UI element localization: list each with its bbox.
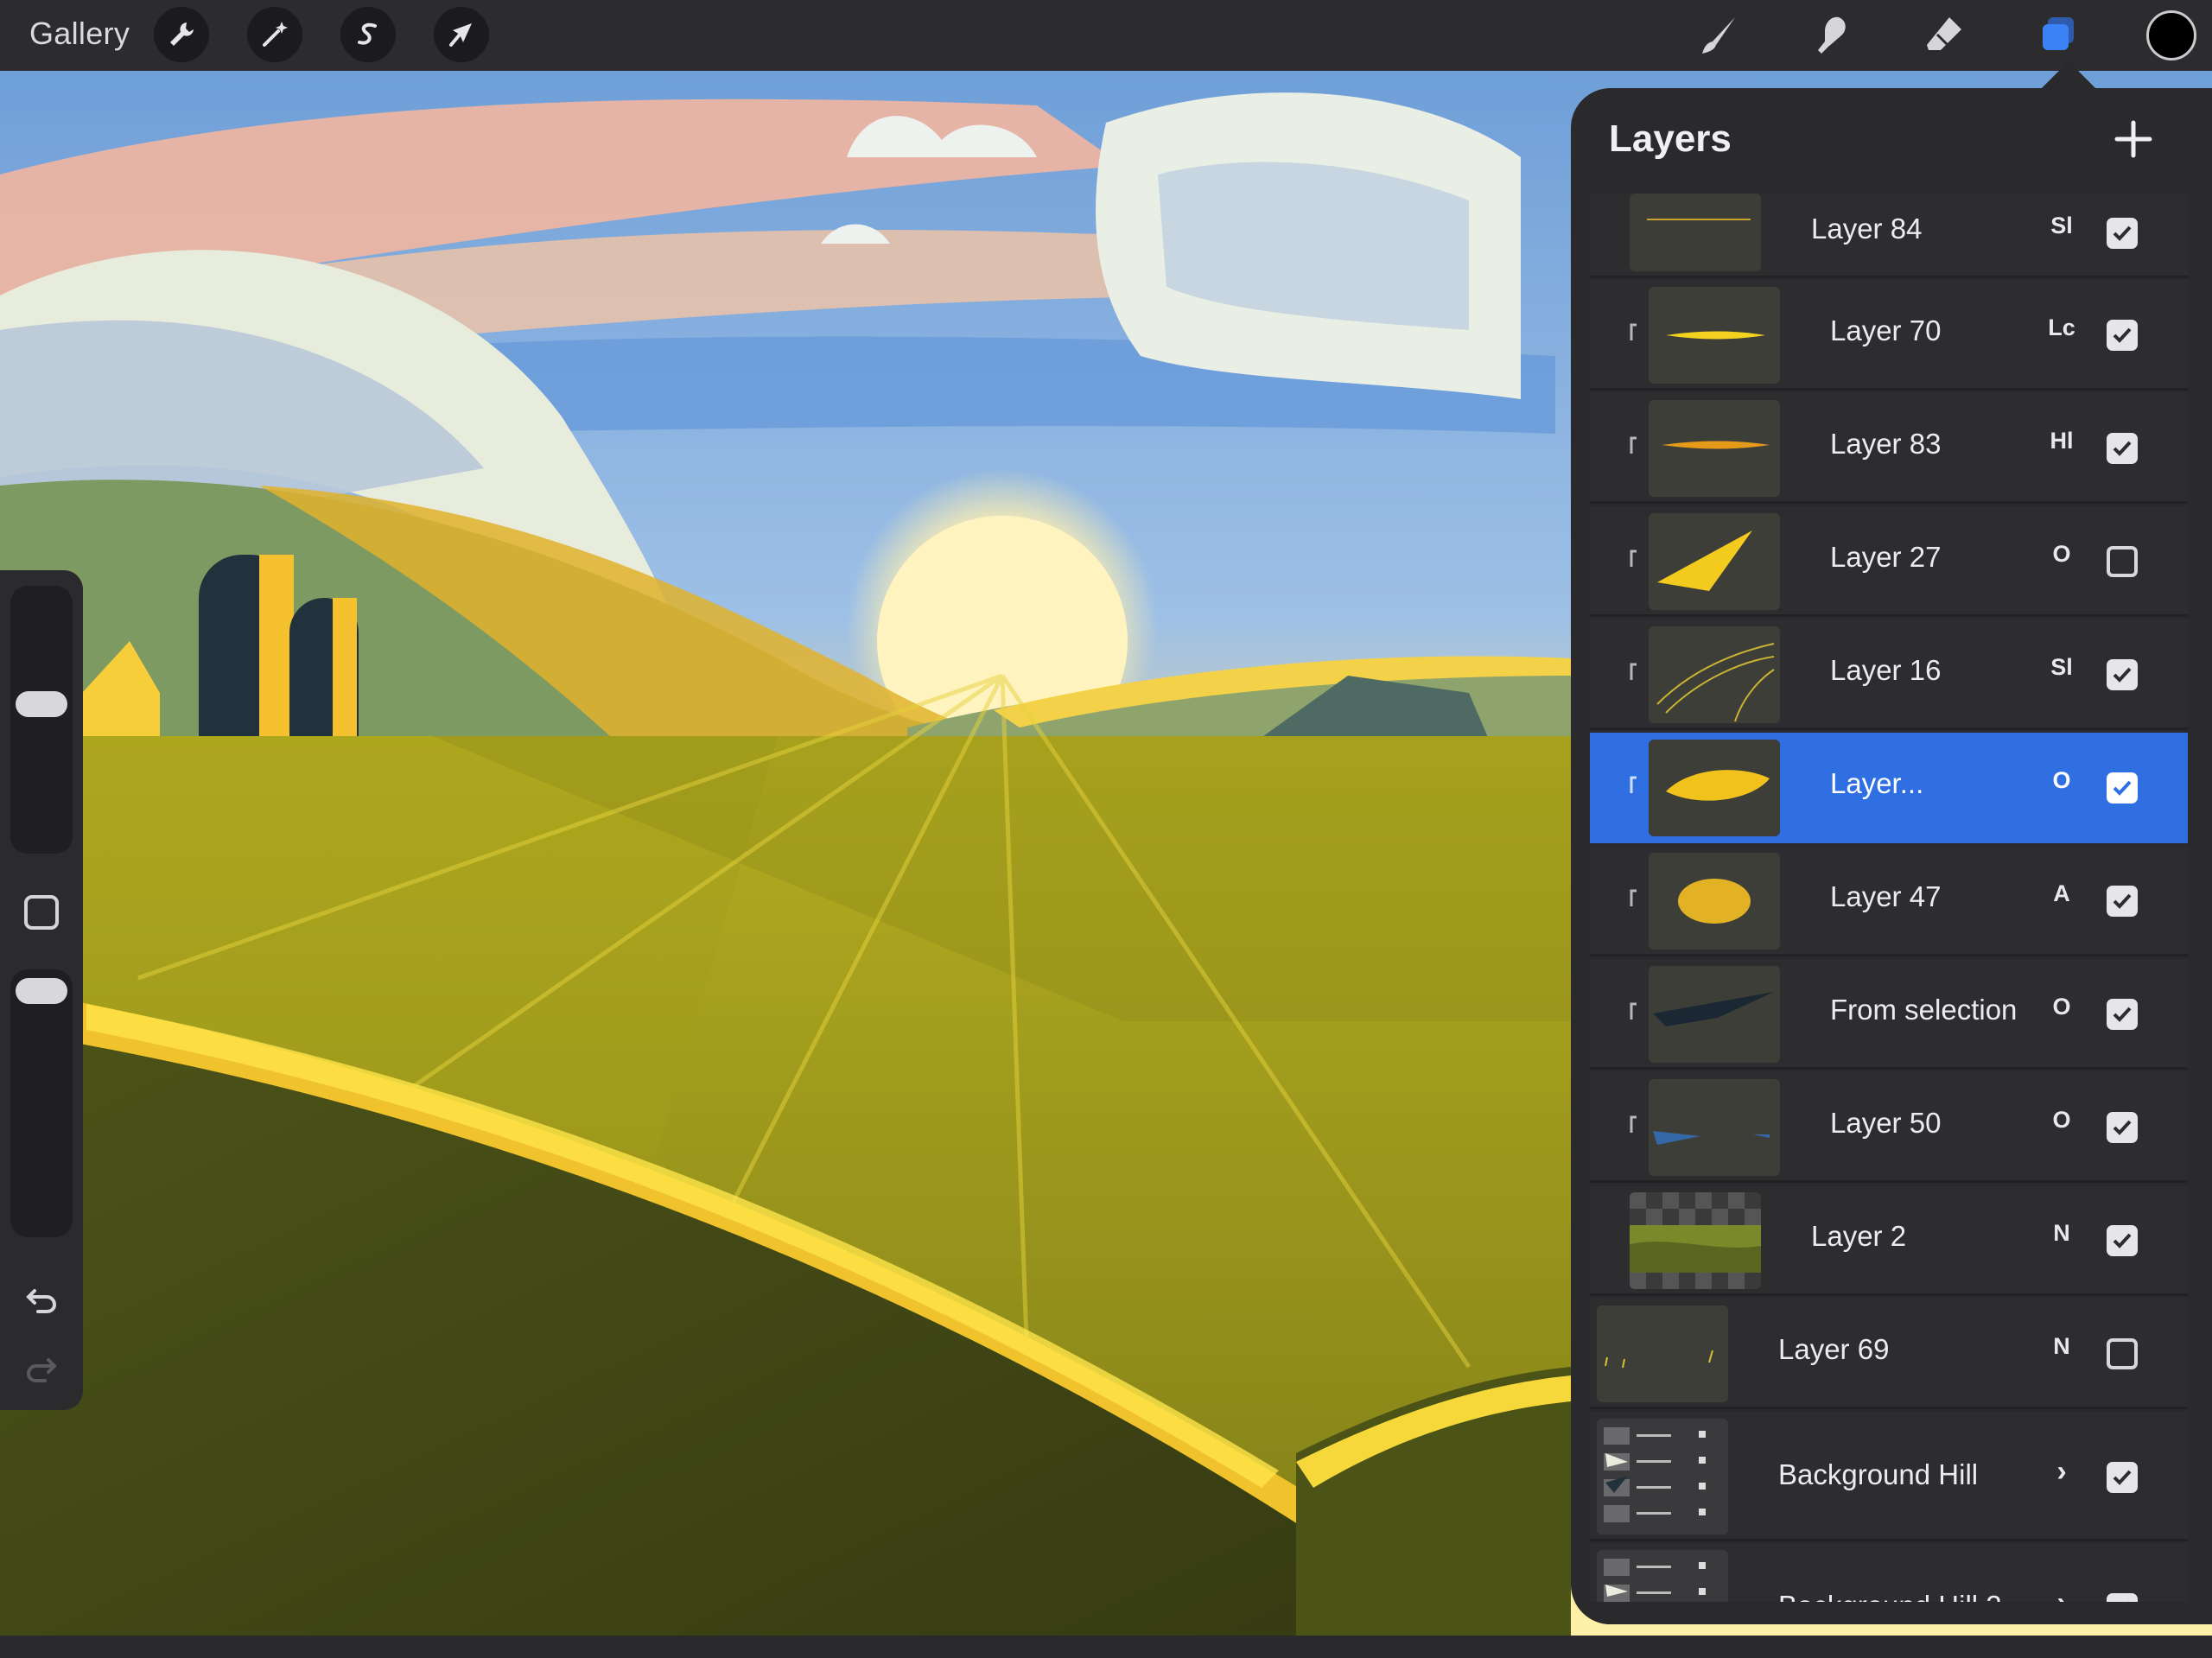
layer-name[interactable]: Layer 69 bbox=[1778, 1333, 1889, 1366]
layer-thumbnail bbox=[1649, 853, 1780, 950]
layer-name[interactable]: From selection bbox=[1830, 994, 2017, 1026]
layer-thumbnail bbox=[1649, 626, 1780, 723]
layer-thumbnail bbox=[1630, 194, 1761, 271]
layer-name[interactable]: Layer... bbox=[1830, 767, 1923, 800]
procreate-screen: Gallery Layers Layer 84 Sl Layer 70 Lc L… bbox=[0, 0, 2212, 1658]
layer-name[interactable]: Layer 2 bbox=[1811, 1220, 1906, 1253]
layer-group-row[interactable]: Background Hill › bbox=[1590, 1412, 2188, 1541]
clipping-mask-icon bbox=[1630, 436, 1637, 454]
clipping-mask-icon bbox=[1630, 889, 1637, 906]
clipping-mask-icon bbox=[1630, 323, 1637, 340]
blend-mode-button[interactable]: A bbox=[2043, 880, 2081, 907]
clipping-mask-icon bbox=[1630, 776, 1637, 793]
blend-mode-button[interactable]: N bbox=[2043, 1220, 2081, 1247]
layer-name[interactable]: Layer 70 bbox=[1830, 314, 1941, 347]
visibility-checkbox[interactable] bbox=[2107, 320, 2138, 351]
transform-arrow-icon[interactable] bbox=[434, 7, 489, 62]
layer-row[interactable]: Layer 50 O bbox=[1590, 1072, 2188, 1183]
layer-thumbnail bbox=[1649, 1079, 1780, 1176]
color-picker-button[interactable] bbox=[2146, 10, 2196, 60]
visibility-checkbox[interactable] bbox=[2107, 886, 2138, 917]
blend-mode-button[interactable]: O bbox=[2043, 1107, 2081, 1134]
plus-icon bbox=[2114, 120, 2152, 158]
blend-mode-button[interactable]: O bbox=[2043, 994, 2081, 1020]
layer-row[interactable]: From selection O bbox=[1590, 959, 2188, 1070]
blend-mode-button[interactable]: N bbox=[2043, 1333, 2081, 1360]
modify-button[interactable] bbox=[24, 895, 59, 930]
eraser-icon[interactable] bbox=[1916, 7, 1972, 62]
blend-mode-button[interactable]: O bbox=[2043, 541, 2081, 568]
left-sidebar bbox=[0, 570, 83, 1410]
layer-thumbnail bbox=[1597, 1305, 1728, 1402]
layers-icon[interactable] bbox=[2031, 7, 2086, 62]
visibility-checkbox[interactable] bbox=[2107, 1338, 2138, 1369]
expand-chevron-icon[interactable]: › bbox=[2043, 1455, 2081, 1489]
redo-icon[interactable] bbox=[21, 1348, 62, 1389]
clipping-mask-icon bbox=[1630, 1115, 1637, 1133]
layer-row[interactable]: Layer 47 A bbox=[1590, 846, 2188, 956]
layer-name[interactable]: Layer 16 bbox=[1830, 654, 1941, 687]
clipping-mask-icon bbox=[1630, 549, 1637, 567]
layer-thumbnail bbox=[1649, 966, 1780, 1063]
opacity-slider[interactable] bbox=[10, 969, 73, 1237]
layers-panel: Layers Layer 84 Sl Layer 70 Lc Layer 83 … bbox=[1571, 88, 2212, 1624]
wrench-icon[interactable] bbox=[154, 7, 209, 62]
undo-icon[interactable] bbox=[21, 1279, 62, 1320]
panel-bottom-edge bbox=[1571, 1602, 2212, 1624]
layer-thumbnail bbox=[1649, 740, 1780, 836]
blend-mode-button[interactable]: Lc bbox=[2043, 314, 2081, 341]
bottom-strip bbox=[0, 1636, 2212, 1658]
visibility-checkbox[interactable] bbox=[2107, 1225, 2138, 1256]
opacity-handle[interactable] bbox=[16, 978, 67, 1004]
layer-name[interactable]: Layer 84 bbox=[1811, 213, 1922, 245]
layer-name[interactable]: Layer 83 bbox=[1830, 428, 1941, 461]
layer-thumbnail bbox=[1649, 400, 1780, 497]
gallery-button[interactable]: Gallery bbox=[29, 16, 130, 52]
visibility-checkbox[interactable] bbox=[2107, 772, 2138, 804]
layer-row[interactable]: Layer 16 Sl bbox=[1590, 619, 2188, 730]
blend-mode-button[interactable]: Sl bbox=[2043, 654, 2081, 681]
layer-row-selected[interactable]: Layer... O bbox=[1590, 733, 2188, 843]
smudge-icon[interactable] bbox=[1804, 7, 1859, 62]
blend-mode-button[interactable]: Hl bbox=[2043, 428, 2081, 454]
visibility-checkbox[interactable] bbox=[2107, 546, 2138, 577]
add-layer-button[interactable] bbox=[2107, 112, 2160, 166]
brush-size-handle[interactable] bbox=[16, 691, 67, 717]
visibility-checkbox[interactable] bbox=[2107, 218, 2138, 249]
layer-name[interactable]: Layer 47 bbox=[1830, 880, 1941, 913]
clipping-mask-icon bbox=[1630, 663, 1637, 680]
brush-size-slider[interactable] bbox=[10, 586, 73, 854]
layer-thumbnail bbox=[1649, 513, 1780, 610]
selection-s-icon[interactable] bbox=[340, 7, 396, 62]
visibility-checkbox[interactable] bbox=[2107, 999, 2138, 1030]
layer-row[interactable]: Layer 83 Hl bbox=[1590, 393, 2188, 504]
clipping-mask-icon bbox=[1630, 1002, 1637, 1020]
layer-row[interactable]: Layer 84 Sl bbox=[1590, 194, 2188, 278]
visibility-checkbox[interactable] bbox=[2107, 433, 2138, 464]
visibility-checkbox[interactable] bbox=[2107, 1462, 2138, 1493]
blend-mode-button[interactable]: O bbox=[2043, 767, 2081, 794]
layers-title: Layers bbox=[1609, 118, 1732, 160]
group-thumbnail bbox=[1597, 1419, 1728, 1534]
layer-row[interactable]: Layer 2 N bbox=[1590, 1185, 2188, 1296]
group-name[interactable]: Background Hill bbox=[1778, 1458, 1978, 1491]
visibility-checkbox[interactable] bbox=[2107, 1112, 2138, 1143]
layer-row[interactable]: Layer 70 Lc bbox=[1590, 280, 2188, 391]
layer-row[interactable]: Layer 69 N bbox=[1590, 1299, 2188, 1409]
top-toolbar: Gallery bbox=[0, 0, 2212, 71]
brush-icon[interactable] bbox=[1692, 7, 1747, 62]
layer-row[interactable]: Layer 27 O bbox=[1590, 506, 2188, 617]
layer-thumbnail bbox=[1630, 1192, 1761, 1289]
layer-thumbnail bbox=[1649, 287, 1780, 384]
layer-name[interactable]: Layer 27 bbox=[1830, 541, 1941, 574]
visibility-checkbox[interactable] bbox=[2107, 659, 2138, 690]
blend-mode-button[interactable]: Sl bbox=[2043, 213, 2081, 239]
layer-name[interactable]: Layer 50 bbox=[1830, 1107, 1941, 1140]
magic-wand-icon[interactable] bbox=[247, 7, 302, 62]
